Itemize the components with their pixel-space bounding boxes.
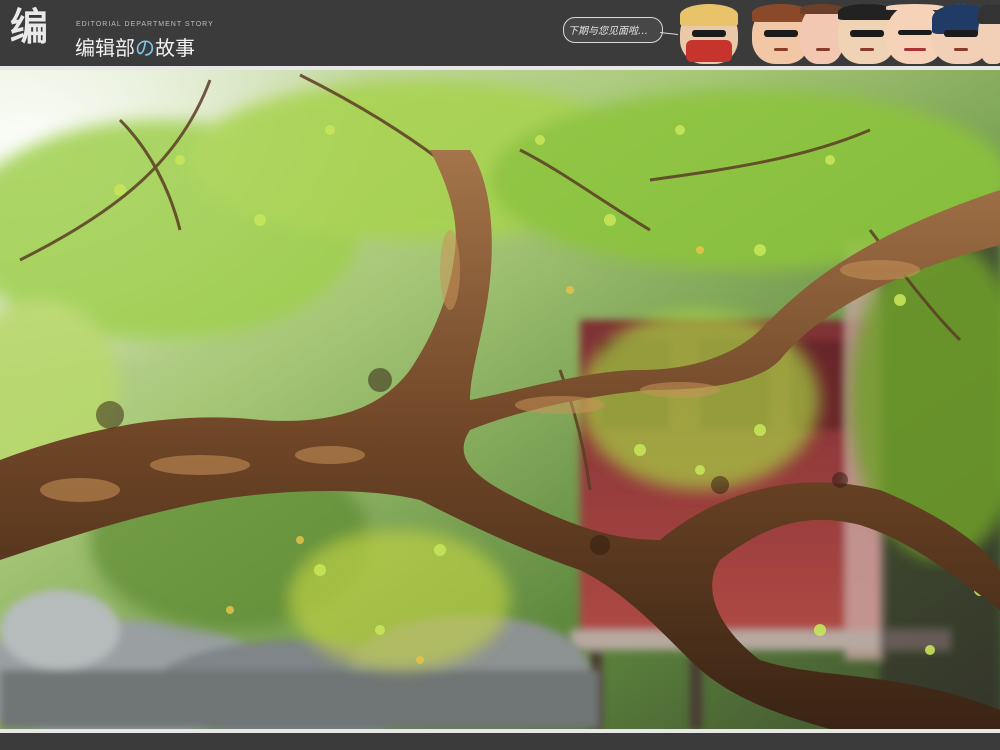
avatar: [978, 4, 1000, 64]
speech-bubble-text: 下期与您见面啦…: [568, 26, 648, 37]
editor-avatars: [680, 0, 1000, 66]
tree-branch-photo: [0, 70, 1000, 729]
footer-bar: [0, 733, 1000, 750]
logo-mark: 编: [10, 4, 48, 49]
avatar: [680, 4, 738, 64]
logo-subtitle: EDITORIAL DEPARTMENT STORY: [76, 21, 214, 28]
logo-title-part1: 编辑部: [75, 36, 135, 60]
header-bar: 编 EDITORIAL DEPARTMENT STORY 编辑部の故事 下期与您…: [0, 0, 1000, 66]
logo-title-no: の: [135, 36, 155, 60]
logo-title-part2: 故事: [155, 36, 195, 60]
speech-bubble: 下期与您见面啦…: [563, 17, 663, 43]
logo-title: 编辑部の故事: [75, 32, 195, 61]
